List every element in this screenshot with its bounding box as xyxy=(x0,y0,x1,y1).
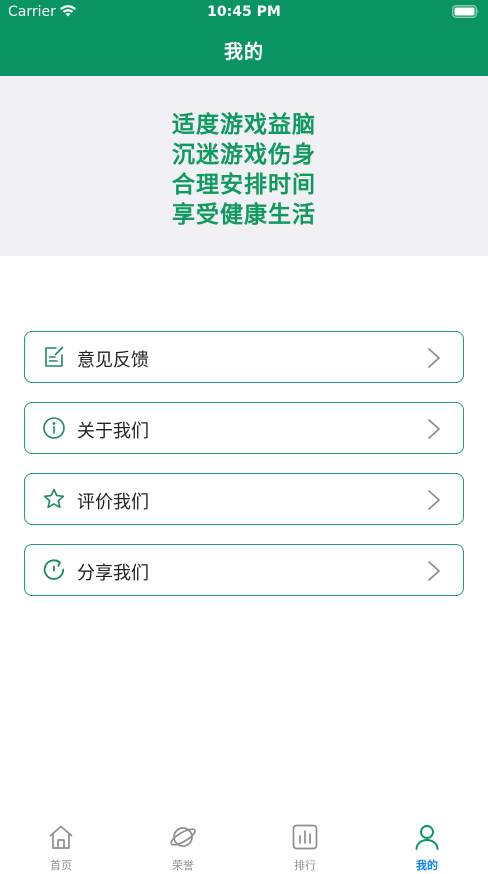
battery-icon xyxy=(452,5,479,18)
tab-mine[interactable]: 我的 xyxy=(366,821,488,872)
star-icon xyxy=(43,488,65,509)
chevron-right-icon xyxy=(428,348,440,368)
chevron-right-icon xyxy=(428,419,440,439)
page-title: 我的 xyxy=(223,41,264,63)
settings-menu: 意见反馈 关于我们 评价我们 分享我们 xyxy=(24,331,464,615)
slogan-banner: 适度游戏益脑 沉迷游戏伤身 合理安排时间 享受健康生活 xyxy=(0,76,488,256)
slogan-line: 享受健康生活 xyxy=(172,202,316,228)
slogan-list: 适度游戏益脑 沉迷游戏伤身 合理安排时间 享受健康生活 xyxy=(0,110,488,230)
tab-bar: 首页 荣誉 排行 我的 xyxy=(0,815,488,874)
info-icon xyxy=(43,417,65,439)
menu-item-label: 分享我们 xyxy=(77,563,149,584)
menu-item-label: 关于我们 xyxy=(77,421,149,442)
tab-label: 我的 xyxy=(416,859,438,872)
tab-label: 荣誉 xyxy=(172,859,194,872)
tab-ranking[interactable]: 排行 xyxy=(244,821,366,872)
menu-item-label: 意见反馈 xyxy=(77,350,149,371)
feedback-icon xyxy=(45,346,64,367)
slogan-line: 沉迷游戏伤身 xyxy=(172,142,316,168)
chevron-right-icon xyxy=(428,490,440,510)
menu-item-rate[interactable]: 评价我们 xyxy=(24,473,464,525)
share-icon xyxy=(43,559,65,580)
slogan-line: 合理安排时间 xyxy=(172,172,316,198)
tab-label: 排行 xyxy=(294,859,316,872)
tab-honor[interactable]: 荣誉 xyxy=(122,821,244,872)
menu-item-label: 评价我们 xyxy=(77,492,149,513)
home-icon xyxy=(49,825,73,849)
tab-label: 首页 xyxy=(50,859,72,872)
person-icon xyxy=(415,825,439,850)
menu-item-about[interactable]: 关于我们 xyxy=(24,402,464,454)
profile-screen: Carrier 10:45 PM 我的 适度游戏益脑 沉迷游戏伤身 合理安排时间… xyxy=(0,0,488,874)
planet-icon xyxy=(170,827,196,847)
status-time: 10:45 PM xyxy=(207,4,281,20)
chevron-right-icon xyxy=(428,561,440,581)
header: Carrier 10:45 PM 我的 xyxy=(0,0,488,76)
tab-home[interactable]: 首页 xyxy=(0,821,122,872)
slogan-line: 适度游戏益脑 xyxy=(172,112,316,138)
menu-item-share[interactable]: 分享我们 xyxy=(24,544,464,596)
bar-chart-icon xyxy=(292,824,318,850)
menu-item-feedback[interactable]: 意见反馈 xyxy=(24,331,464,383)
status-bar: Carrier 10:45 PM xyxy=(0,0,488,26)
